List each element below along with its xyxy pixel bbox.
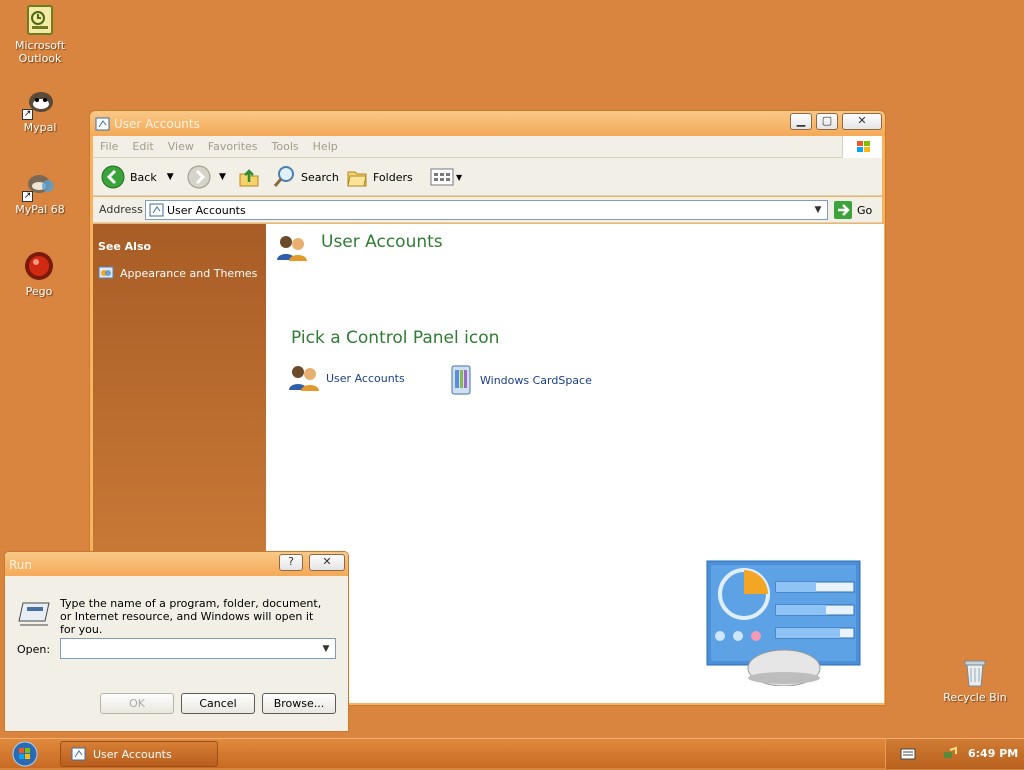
back-button[interactable]: Back ▼ (101, 164, 174, 190)
desktop-icon-label: Mypal (23, 121, 57, 134)
open-combobox[interactable]: ▼ (60, 638, 336, 659)
back-arrow-icon (101, 165, 125, 189)
see-also-heading: See Also (98, 240, 152, 253)
back-label: Back (130, 170, 157, 184)
control-panel-icon (71, 747, 86, 761)
address-bar: Address User Accounts ▼ Go (93, 197, 882, 223)
address-value: User Accounts (167, 204, 246, 217)
menu-help[interactable]: Help (306, 136, 345, 157)
recycle-bin-icon (959, 656, 991, 688)
windows-logo-icon (12, 741, 38, 767)
views-button[interactable]: ▼ (430, 164, 462, 190)
windows-cardspace-label: Windows CardSpace (480, 373, 592, 387)
open-label: Open: (17, 643, 51, 656)
address-label: Address (99, 203, 143, 216)
desktop-icon-outlook[interactable]: Microsoft Outlook (2, 4, 78, 65)
go-arrow-icon (834, 201, 852, 219)
shortcut-arrow-icon: ↗ (22, 191, 33, 202)
clock[interactable]: 6:49 PM (968, 747, 1018, 760)
minimize-button[interactable]: ▁ (790, 113, 812, 130)
control-panel-watermark-icon (706, 560, 862, 687)
run-dialog-title: Run (9, 558, 33, 572)
user-accounts-label: User Accounts (326, 371, 405, 385)
taskbar-item-label: User Accounts (93, 747, 172, 761)
desktop-icon-pego[interactable]: Pego (1, 250, 77, 298)
keyboard-icon[interactable] (900, 748, 916, 760)
user-accounts-icon (277, 236, 307, 261)
appearance-themes-label: Appearance and Themes (120, 266, 258, 280)
up-folder-button[interactable] (238, 164, 260, 190)
folders-label: Folders (373, 170, 413, 184)
desktop-icon-mypal[interactable]: ↗ Mypal (2, 86, 78, 134)
appearance-themes-link[interactable]: Appearance and Themes (98, 265, 257, 281)
start-button[interactable] (8, 741, 42, 767)
toolbar: Back ▼ ▼ Search Folders ▼ (93, 158, 882, 196)
folders-icon (347, 171, 367, 187)
views-icon (430, 168, 454, 186)
chevron-down-icon[interactable]: ▼ (811, 203, 825, 217)
up-folder-icon (239, 169, 259, 187)
desktop-icon-label: Microsoft Outlook (14, 39, 66, 65)
run-description: Type the name of a program, folder, docu… (60, 597, 322, 636)
ok-button[interactable]: OK (100, 693, 174, 714)
chevron-down-icon[interactable]: ▼ (167, 172, 174, 182)
desktop-icon-label: Recycle Bin (943, 691, 1007, 704)
go-label: Go (857, 203, 873, 217)
cancel-button[interactable]: Cancel (181, 693, 255, 714)
menu-tools[interactable]: Tools (265, 136, 306, 157)
page-title: User Accounts (321, 232, 443, 252)
desktop-icon-label: MyPal 68 (15, 203, 65, 216)
user-accounts-icon (289, 366, 319, 391)
mypal-icon: ↗ (22, 86, 56, 120)
user-accounts-item[interactable]: User Accounts (288, 364, 405, 392)
window-titlebar[interactable]: User Accounts ▁ ▢ ✕ (90, 111, 885, 136)
appearance-themes-icon (98, 266, 114, 279)
control-panel-icon (149, 203, 164, 217)
help-button[interactable]: ? (279, 554, 303, 571)
close-button[interactable]: ✕ (309, 554, 345, 571)
run-icon (18, 602, 50, 626)
menu-view[interactable]: View (161, 136, 201, 157)
folders-button[interactable]: Folders (346, 164, 413, 190)
menu-file[interactable]: File (93, 136, 125, 157)
section-heading: Pick a Control Panel icon (291, 328, 500, 348)
windows-cardspace-item[interactable]: Windows CardSpace (448, 364, 592, 396)
chevron-down-icon[interactable]: ▼ (319, 642, 333, 656)
search-label: Search (301, 170, 339, 184)
search-button[interactable]: Search (273, 164, 339, 190)
forward-button[interactable]: ▼ (187, 164, 226, 190)
close-button[interactable]: ✕ (842, 113, 882, 130)
taskbar: User Accounts 6:49 PM (0, 738, 1024, 769)
search-icon (273, 166, 294, 187)
chevron-down-icon[interactable]: ▼ (219, 172, 226, 182)
window-title: User Accounts (114, 117, 200, 131)
go-button[interactable]: Go (834, 200, 872, 220)
windows-flag-icon (842, 136, 882, 158)
pego-icon (23, 250, 55, 282)
menu-favorites[interactable]: Favorites (201, 136, 265, 157)
content-area: User Accounts Pick a Control Panel icon … (266, 224, 884, 703)
control-panel-icon (95, 116, 111, 132)
run-dialog-titlebar[interactable]: Run ? ✕ (5, 552, 348, 576)
chevron-down-icon[interactable]: ▼ (456, 173, 462, 182)
system-tray: 6:49 PM (885, 739, 1024, 769)
maximize-button[interactable]: ▢ (816, 113, 838, 130)
desktop-icon-mypal-68[interactable]: ↗ MyPal 68 (2, 168, 78, 216)
menu-edit[interactable]: Edit (125, 136, 160, 157)
outlook-icon (24, 4, 56, 36)
desktop-icon-label: Pego (25, 285, 53, 298)
network-icon[interactable] (942, 746, 958, 762)
address-field[interactable]: User Accounts ▼ (145, 200, 828, 220)
shortcut-arrow-icon: ↗ (22, 109, 33, 120)
taskbar-item-user-accounts[interactable]: User Accounts (60, 741, 218, 767)
desktop-icon-recycle-bin[interactable]: Recycle Bin (937, 656, 1013, 704)
browse-button[interactable]: Browse... (262, 693, 336, 714)
forward-arrow-icon (187, 165, 211, 189)
run-dialog: Run ? ✕ Type the name of a program, fold… (4, 551, 349, 732)
menu-bar: File Edit View Favorites Tools Help (93, 136, 882, 158)
cardspace-icon (451, 365, 471, 395)
mypal-68-icon: ↗ (22, 168, 56, 202)
